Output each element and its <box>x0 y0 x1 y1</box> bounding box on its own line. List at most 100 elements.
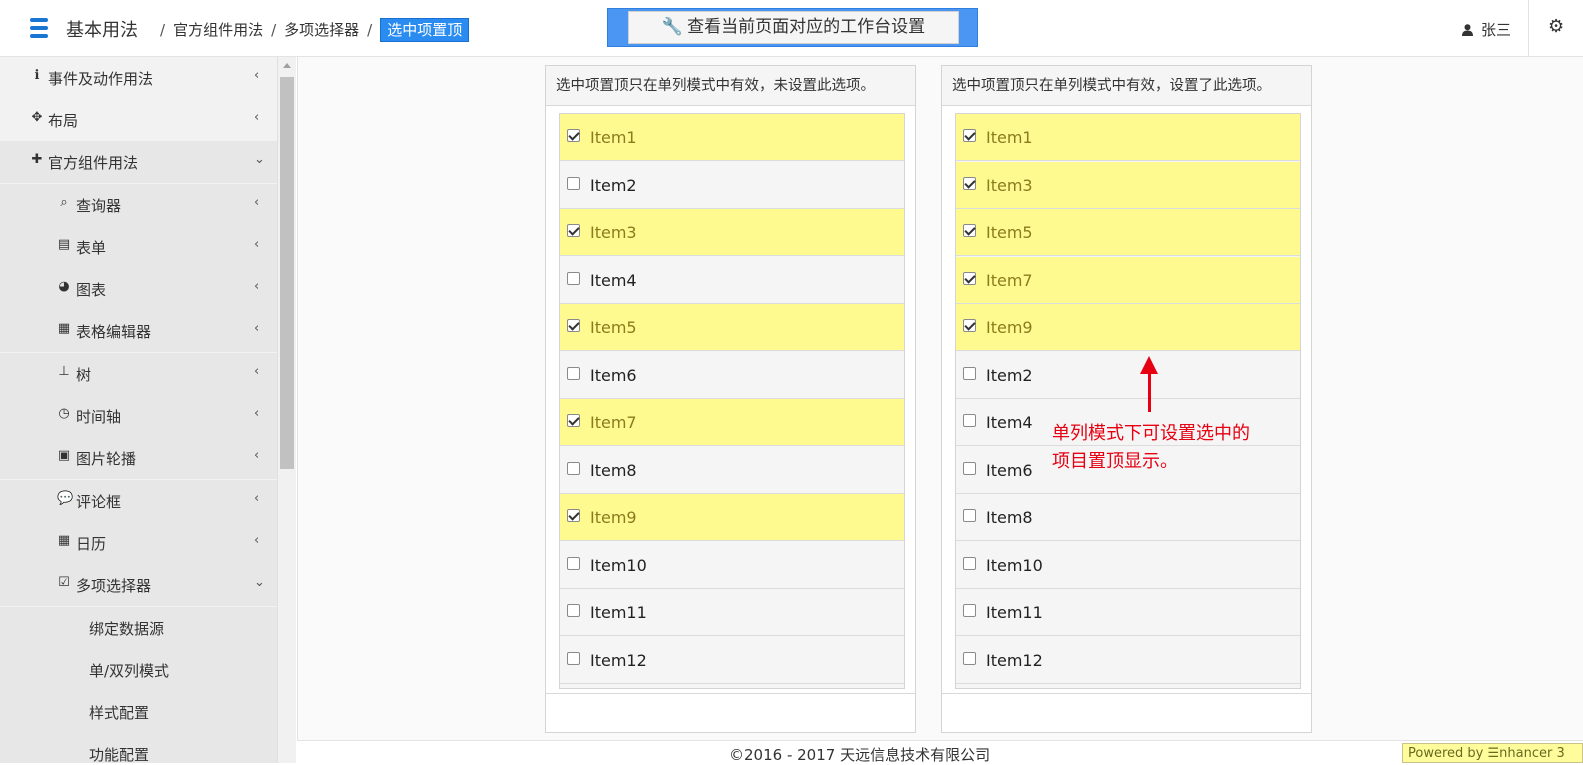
list-item[interactable]: Item3 <box>560 209 904 256</box>
top-bar: 基本用法 / 官方组件用法 / 多项选择器 / 选中项置顶 🔧 查看当前页面对应的工作台设置… <box>0 0 1583 57</box>
annotation-line: 项目置顶显示。 <box>1052 451 1178 472</box>
calendar-icon: ▦ <box>57 533 71 548</box>
list-item[interactable]: Item10 <box>560 541 904 589</box>
chevron-down-icon: ⌄ <box>254 575 265 590</box>
item-label: Item3 <box>986 175 1033 195</box>
multiselect-list[interactable]: Item1 Item3 Item5 Item7 Item9 Item2 Item4 Item6… <box>955 113 1301 689</box>
breadcrumb: / 官方组件用法 / 多项选择器 / 选中项置顶 <box>152 18 470 42</box>
sidebar-item-form[interactable]: ▤ 表单 ‹ <box>0 226 277 268</box>
list-item[interactable]: Item1 <box>956 114 1300 161</box>
item-checkbox[interactable] <box>567 224 580 237</box>
item-checkbox[interactable] <box>963 556 976 570</box>
item-label: Item10 <box>590 555 647 575</box>
sidebar-item-bind-datasource[interactable]: 绑定数据源 <box>0 607 277 649</box>
sidebar-item-comment[interactable]: 💬 评论框 ‹ <box>0 480 277 522</box>
item-checkbox[interactable] <box>567 461 580 475</box>
powered-by-badge[interactable]: Powered by ☰nhancer 3 <box>1402 743 1583 763</box>
sidebar-item-query[interactable]: ⌕ 查询器 ‹ <box>0 184 277 226</box>
item-checkbox[interactable] <box>963 366 976 380</box>
divider <box>546 693 915 694</box>
item-checkbox[interactable] <box>963 461 976 475</box>
item-label: Item11 <box>986 603 1043 622</box>
sitemap-icon: ⊥ <box>58 364 70 379</box>
wrench-icon: 🔧 <box>661 17 684 37</box>
item-checkbox[interactable] <box>963 176 976 190</box>
chevron-left-icon: ‹ <box>254 533 260 548</box>
list-item[interactable]: Item10 <box>956 541 1300 589</box>
sidebar-item-events[interactable]: ℹ 事件及动作用法 ‹ <box>0 57 277 99</box>
item-checkbox[interactable] <box>567 604 580 617</box>
panel-with-pin-top: 选中项置顶只在单列模式中有效，设置了此选项。 Item1 Item3 Item5 It… <box>941 65 1312 733</box>
sidebar-item-official-components[interactable]: ✚ 官方组件用法 ⌄ <box>0 141 277 183</box>
sidebar-item-label: 布局 <box>48 112 79 130</box>
sidebar-item-tree[interactable]: ⊥ 树 ‹ <box>0 353 277 395</box>
list-item[interactable]: Item9 <box>956 304 1300 351</box>
breadcrumb-item[interactable]: 官方组件用法 <box>173 21 263 39</box>
sidebar-item-table-editor[interactable]: ▦ 表格编辑器 ‹ <box>0 310 277 352</box>
list-item[interactable]: Item11 <box>560 589 904 636</box>
item-checkbox[interactable] <box>567 414 580 427</box>
list-item[interactable]: Item7 <box>956 256 1300 304</box>
list-item[interactable]: Item5 <box>560 304 904 351</box>
list-item[interactable]: Item2 <box>956 351 1300 399</box>
item-checkbox[interactable] <box>963 129 976 142</box>
sidebar-item-feature-config[interactable]: 功能配置 <box>0 733 277 763</box>
item-checkbox[interactable] <box>963 604 976 617</box>
annotation-note: 单列模式下可设置选中的 项目置顶显示。 <box>1052 420 1292 476</box>
list-item[interactable]: Item11 <box>956 589 1300 636</box>
sidebar-item-multiselect[interactable]: ☑ 多项选择器 ⌄ <box>0 564 277 606</box>
item-checkbox[interactable] <box>963 414 976 427</box>
item-checkbox[interactable] <box>567 556 580 570</box>
list-item[interactable]: Item1 <box>560 114 904 161</box>
sidebar-item-style-config[interactable]: 样式配置 <box>0 691 277 733</box>
multiselect-list[interactable]: Item1 Item2 Item3 Item4 Item5 Item6 Item7 Item8… <box>559 113 905 689</box>
pie-chart-icon: ◕ <box>58 279 70 294</box>
gear-icon[interactable]: ⚙ <box>1548 16 1564 37</box>
sidebar-item-layout[interactable]: ✥ 布局 ‹ <box>0 99 277 141</box>
sidebar-item-label: 绑定数据源 <box>89 620 165 638</box>
item-label: Item5 <box>590 318 637 337</box>
sidebar-scrollbar[interactable] <box>277 57 296 763</box>
sidebar-item-calendar[interactable]: ▦ 日历 ‹ <box>0 522 277 564</box>
list-item[interactable]: Item7 <box>560 399 904 446</box>
list-item[interactable]: Item2 <box>560 161 904 209</box>
item-checkbox[interactable] <box>567 319 580 332</box>
item-checkbox[interactable] <box>567 129 580 142</box>
item-checkbox[interactable] <box>963 319 976 332</box>
item-checkbox[interactable] <box>567 651 580 665</box>
list-item[interactable]: Item4 <box>560 256 904 304</box>
sidebar-item-timeline[interactable]: ◷ 时间轴 ‹ <box>0 395 277 437</box>
item-checkbox[interactable] <box>963 224 976 237</box>
sidebar: ℹ 事件及动作用法 ‹ ✥ 布局 ‹ ✚ 官方组件用法 ⌄ ⌕ 查询器 ‹ ▤ … <box>0 57 277 763</box>
workspace-settings-button[interactable]: 🔧 查看当前页面对应的工作台设置 <box>628 11 959 44</box>
list-item[interactable]: Item6 <box>560 351 904 399</box>
item-checkbox[interactable] <box>963 509 976 522</box>
hamburger-menu-icon[interactable] <box>30 18 48 38</box>
sidebar-item-label: 图表 <box>76 281 107 299</box>
list-item[interactable]: Item8 <box>956 494 1300 541</box>
form-icon: ▤ <box>57 237 71 252</box>
item-checkbox[interactable] <box>567 271 580 285</box>
list-item[interactable]: Item5 <box>956 209 1300 256</box>
scroll-up-arrow-icon[interactable] <box>283 63 291 68</box>
list-item[interactable]: Item12 <box>560 636 904 684</box>
item-checkbox[interactable] <box>567 509 580 522</box>
item-checkbox[interactable] <box>963 651 976 665</box>
list-item[interactable]: Item3 <box>956 161 1300 209</box>
item-checkbox[interactable] <box>567 176 580 190</box>
list-item[interactable]: Item8 <box>560 446 904 494</box>
sidebar-item-chart[interactable]: ◕ 图表 ‹ <box>0 268 277 310</box>
sidebar-item-label: 功能配置 <box>89 746 150 763</box>
info-icon: ℹ <box>34 68 40 83</box>
chevron-left-icon: ‹ <box>254 279 260 294</box>
sidebar-item-carousel[interactable]: ▣ 图片轮播 ‹ <box>0 437 277 479</box>
item-checkbox[interactable] <box>963 271 976 285</box>
item-checkbox[interactable] <box>567 366 580 380</box>
scrollbar-thumb[interactable] <box>280 77 294 469</box>
chevron-left-icon: ‹ <box>254 237 260 252</box>
list-item[interactable]: Item9 <box>560 494 904 541</box>
sidebar-item-column-mode[interactable]: 单/双列模式 <box>0 649 277 691</box>
breadcrumb-item[interactable]: 多项选择器 <box>284 21 359 39</box>
user-menu[interactable]: 张三 <box>1462 19 1511 40</box>
list-item[interactable]: Item12 <box>956 636 1300 684</box>
